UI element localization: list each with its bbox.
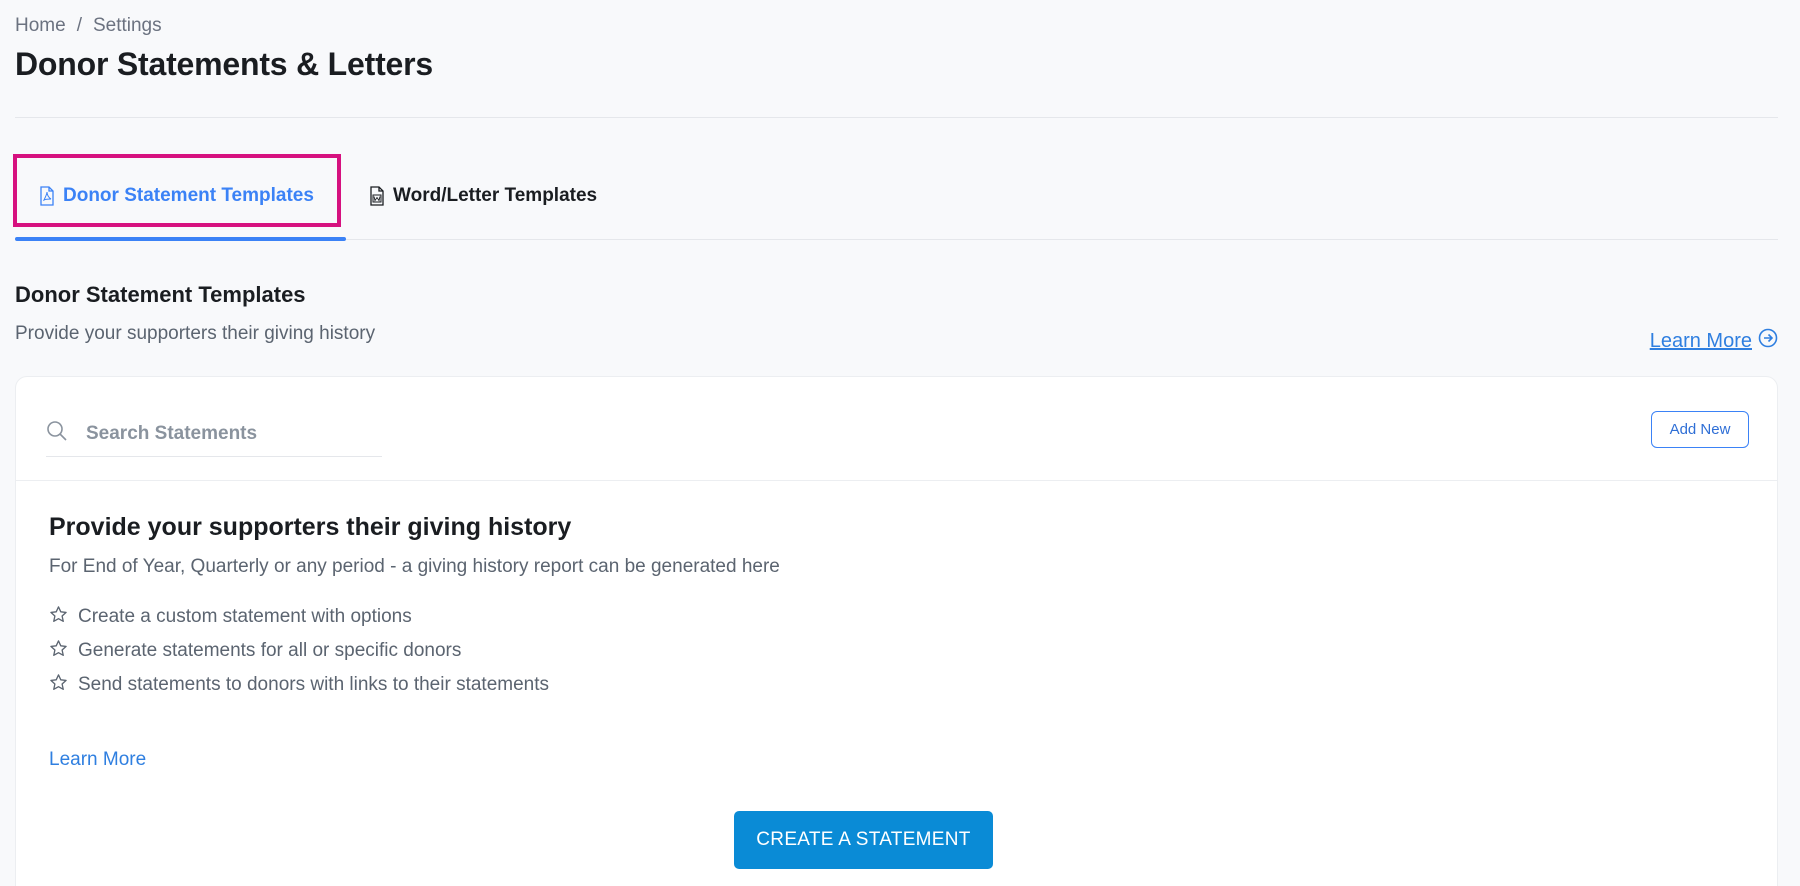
- breadcrumb-settings[interactable]: Settings: [93, 15, 162, 37]
- star-icon: [49, 605, 68, 630]
- list-item: Generate statements for all or specific …: [49, 634, 1747, 668]
- tab-bar: Donor Statement Templates Word/Letter Te…: [13, 152, 1778, 241]
- list-item: Send statements to donors with links to …: [49, 668, 1747, 702]
- star-icon: [49, 673, 68, 698]
- search-box: [46, 411, 382, 457]
- tab-donor-statement-templates[interactable]: Donor Statement Templates: [13, 152, 346, 241]
- feature-text: Create a custom statement with options: [78, 606, 412, 627]
- promo-description: For End of Year, Quarterly or any period…: [49, 556, 780, 577]
- feature-list: Create a custom statement with options G…: [49, 600, 1747, 702]
- section-subtitle: Provide your supporters their giving his…: [15, 323, 376, 344]
- star-icon: [49, 639, 68, 664]
- breadcrumb: Home / Settings: [15, 15, 162, 37]
- empty-state: Provide your supporters their giving his…: [49, 513, 1747, 770]
- search-input[interactable]: [86, 422, 356, 445]
- page: Home / Settings Donor Statements & Lette…: [0, 0, 1800, 886]
- tab-highlight-box: [13, 154, 341, 227]
- learn-more-link[interactable]: Learn More: [1650, 328, 1778, 354]
- promo-title: Provide your supporters their giving his…: [49, 513, 572, 541]
- statements-card: Add New Provide your supporters their gi…: [15, 376, 1778, 886]
- breadcrumb-separator: /: [76, 15, 82, 36]
- add-new-button[interactable]: Add New: [1651, 411, 1749, 448]
- learn-more-body-link[interactable]: Learn More: [49, 749, 146, 771]
- tab-word-letter-templates[interactable]: Word/Letter Templates: [369, 152, 597, 240]
- divider: [15, 117, 1778, 118]
- arrow-circle-right-icon: [1758, 328, 1778, 354]
- search-icon: [46, 420, 68, 447]
- feature-text: Send statements to donors with links to …: [78, 674, 550, 695]
- card-toolbar: Add New: [16, 377, 1777, 481]
- list-item: Create a custom statement with options: [49, 600, 1747, 634]
- create-statement-button[interactable]: CREATE A STATEMENT: [734, 811, 993, 869]
- breadcrumb-home[interactable]: Home: [15, 15, 66, 37]
- learn-more-label: Learn More: [1649, 329, 1752, 352]
- tab-label: Word/Letter Templates: [393, 185, 598, 206]
- feature-text: Generate statements for all or specific …: [78, 640, 462, 661]
- word-file-icon: [369, 186, 385, 206]
- page-title: Donor Statements & Letters: [15, 46, 433, 82]
- active-tab-indicator: [15, 237, 346, 241]
- section-title: Donor Statement Templates: [15, 282, 306, 307]
